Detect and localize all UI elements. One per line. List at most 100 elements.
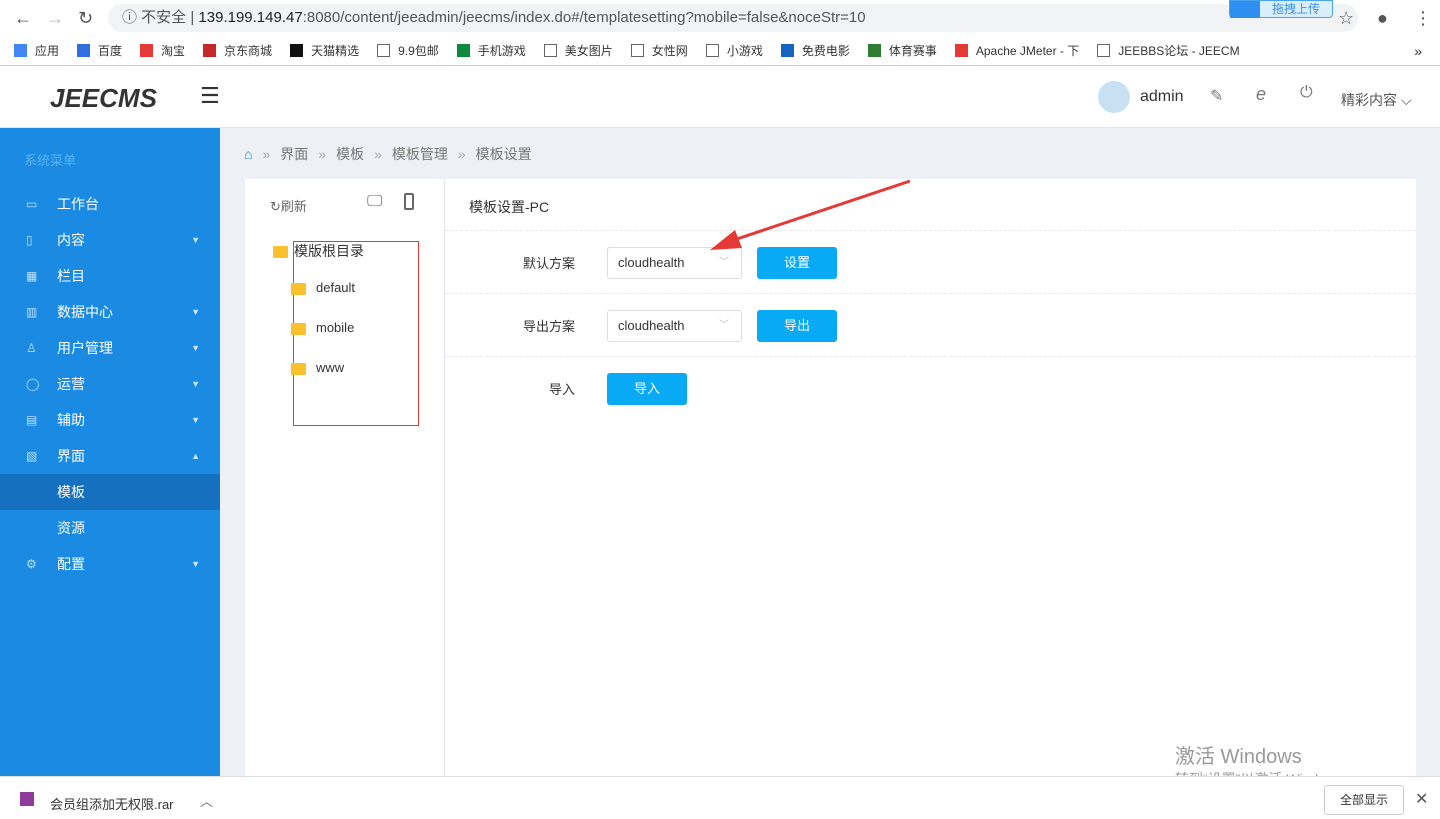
- sidebar-item[interactable]: 模板: [0, 474, 220, 510]
- hamburger-icon[interactable]: ☰: [200, 83, 220, 109]
- sidebar-item[interactable]: ⚙ 配置 ▼: [0, 546, 220, 582]
- menu-icon-5: ◯: [26, 377, 40, 391]
- breadcrumb-item[interactable]: 界面: [280, 146, 308, 162]
- breadcrumb: ⌂ » 界面 » 模板 » 模板管理 » 模板设置: [244, 144, 542, 164]
- bookmark-item[interactable]: 京东商城: [203, 42, 272, 59]
- home-icon[interactable]: ⌂: [244, 146, 252, 162]
- breadcrumb-item[interactable]: 模板设置: [476, 146, 532, 162]
- bookmark-icon: [705, 44, 719, 57]
- power-icon[interactable]: ⏻: [1300, 84, 1313, 102]
- bookmark-item[interactable]: 小游戏: [705, 42, 763, 59]
- sidebar-item-label: 配置: [57, 556, 85, 572]
- tree-folder[interactable]: mobile: [291, 320, 354, 335]
- featured-menu-label: 精彩内容: [1341, 92, 1397, 108]
- url-host: 139.199.149.47: [198, 9, 303, 26]
- bookmark-icon: [867, 44, 881, 57]
- desktop-icon[interactable]: 🖵: [367, 193, 382, 211]
- row-label: 默认方案: [522, 256, 575, 271]
- breadcrumb-item[interactable]: 模板管理: [392, 146, 448, 162]
- bookmark-item[interactable]: 手机游戏: [456, 42, 526, 59]
- bookmark-item[interactable]: 女性网: [630, 42, 688, 59]
- sidebar-item-label: 模板: [57, 484, 85, 500]
- red-arrow-annotation: [710, 179, 911, 250]
- bookmark-label: JEEBBS论坛 - JEECM: [1118, 44, 1240, 58]
- row-label: 导出方案: [522, 319, 575, 334]
- forward-icon[interactable]: →: [46, 8, 64, 29]
- sidebar-item[interactable]: ▥ 数据中心 ▼: [0, 294, 220, 330]
- menu-icon[interactable]: ⋮: [1414, 8, 1432, 29]
- select-value: cloudhealth: [618, 318, 685, 333]
- close-icon[interactable]: ✕: [1415, 789, 1428, 809]
- featured-menu[interactable]: 精彩内容 ⌵: [1341, 90, 1412, 110]
- app-header: JEECMS ☰ admin ✎ e ⏻ 精彩内容 ⌵: [0, 67, 1440, 128]
- template-settings-panel: 模板设置-PC 默认方案 cloudhealth ﹀ 设置 导出方案 cloudhealt…: [445, 179, 1416, 776]
- bookmark-item[interactable]: 百度: [77, 42, 122, 59]
- tree-folder[interactable]: default: [291, 280, 355, 295]
- bookmark-label: 手机游戏: [477, 44, 526, 58]
- bookmark-icon: [14, 44, 27, 57]
- upload-widget[interactable]: 拖拽上传: [1229, 0, 1333, 18]
- sidebar-item[interactable]: ▯ 内容 ▼: [0, 222, 220, 258]
- caret-down-icon: ▼: [191, 415, 200, 425]
- breadcrumb-item[interactable]: 模板: [336, 146, 364, 162]
- scheme-select[interactable]: cloudhealth ﹀: [607, 310, 742, 342]
- account-icon[interactable]: ●: [1377, 8, 1388, 29]
- bookmark-label: 天猫精选: [311, 44, 360, 58]
- username[interactable]: admin: [1140, 88, 1184, 106]
- sidebar-item[interactable]: 资源: [0, 510, 220, 546]
- panel-title: 模板设置-PC: [469, 199, 550, 215]
- sidebar-item-label: 栏目: [57, 268, 85, 284]
- more-bookmarks-icon[interactable]: »: [1414, 43, 1422, 59]
- sidebar-item[interactable]: ♙ 用户管理 ▼: [0, 330, 220, 366]
- bookmark-icon: [1097, 44, 1111, 57]
- bookmark-item[interactable]: JEEBBS论坛 - JEECM: [1097, 42, 1240, 59]
- sidebar-item[interactable]: ▦ 栏目: [0, 258, 220, 294]
- reload-icon[interactable]: ↻: [78, 8, 93, 29]
- sidebar: 系统菜单 ▭ 工作台 ▯ 内容 ▼ ▦ 栏目 ▥ 数据中心 ▼ ♙ 用户管理 ▼ ◯ 运营 ▼ ▤ 辅助 ▼ ▧ 界面 ▲…: [0, 128, 220, 776]
- bookmark-item[interactable]: 美女图片: [543, 42, 613, 59]
- row-button[interactable]: 导出: [757, 310, 837, 342]
- tree-root-label: 模版根目录: [294, 243, 364, 259]
- star-icon[interactable]: ☆: [1338, 8, 1354, 29]
- refresh-button[interactable]: ↻刷新: [270, 196, 307, 215]
- sidebar-item[interactable]: ▧ 界面 ▲: [0, 438, 220, 474]
- chevron-up-icon[interactable]: ︿: [200, 791, 213, 810]
- bookmark-item[interactable]: 体育赛事: [867, 42, 937, 59]
- sidebar-item[interactable]: ◯ 运营 ▼: [0, 366, 220, 402]
- sidebar-item-label: 运营: [57, 376, 85, 392]
- browser-e-icon[interactable]: e: [1256, 84, 1266, 105]
- caret-down-icon: ▼: [191, 343, 200, 353]
- bookmark-item[interactable]: 9.9包邮: [377, 42, 439, 59]
- caret-up-icon: ▲: [191, 451, 200, 461]
- tree-folder[interactable]: www: [291, 360, 344, 375]
- template-tree-panel: ↻刷新 🖵 模版根目录 default mobile www: [245, 179, 445, 776]
- bookmark-item[interactable]: 应用: [14, 42, 59, 59]
- show-all-button[interactable]: 全部显示: [1324, 785, 1404, 815]
- avatar[interactable]: [1098, 81, 1130, 113]
- bookmark-item[interactable]: 淘宝: [140, 42, 185, 59]
- sidebar-item[interactable]: ▭ 工作台: [0, 186, 220, 222]
- bookmark-label: Apache JMeter - 下: [975, 44, 1080, 58]
- bookmark-item[interactable]: 天猫精选: [290, 42, 359, 59]
- row-button[interactable]: 导入: [607, 373, 687, 405]
- bookmark-item[interactable]: Apache JMeter - 下: [954, 42, 1080, 59]
- bookmark-item[interactable]: 免费电影: [780, 42, 850, 59]
- bookmark-label: 百度: [98, 44, 123, 58]
- bookmark-icon: [780, 44, 794, 57]
- setting-row: 导出方案 cloudhealth ﹀ 导出: [445, 294, 1416, 357]
- folder-icon: [291, 322, 306, 335]
- refresh-label: 刷新: [280, 199, 307, 214]
- tree-root[interactable]: 模版根目录: [273, 241, 364, 261]
- user-edit-icon[interactable]: ✎: [1210, 86, 1223, 106]
- separator-icon: »: [262, 146, 271, 162]
- sidebar-item[interactable]: ▤ 辅助 ▼: [0, 402, 220, 438]
- bookmark-label: 体育赛事: [888, 44, 937, 58]
- address-bar[interactable]: ⓘ 不安全 | 139.199.149.47:8080/content/jeea…: [108, 4, 1358, 32]
- bookmark-icon: [77, 44, 91, 57]
- menu-icon-6: ▤: [26, 413, 38, 427]
- select-value: cloudhealth: [618, 255, 685, 270]
- mobile-icon[interactable]: [404, 193, 414, 210]
- setting-row: 导入 导入: [445, 357, 1416, 420]
- download-file[interactable]: 会员组添加无权限.rar: [50, 794, 174, 813]
- back-icon[interactable]: ←: [14, 8, 32, 29]
